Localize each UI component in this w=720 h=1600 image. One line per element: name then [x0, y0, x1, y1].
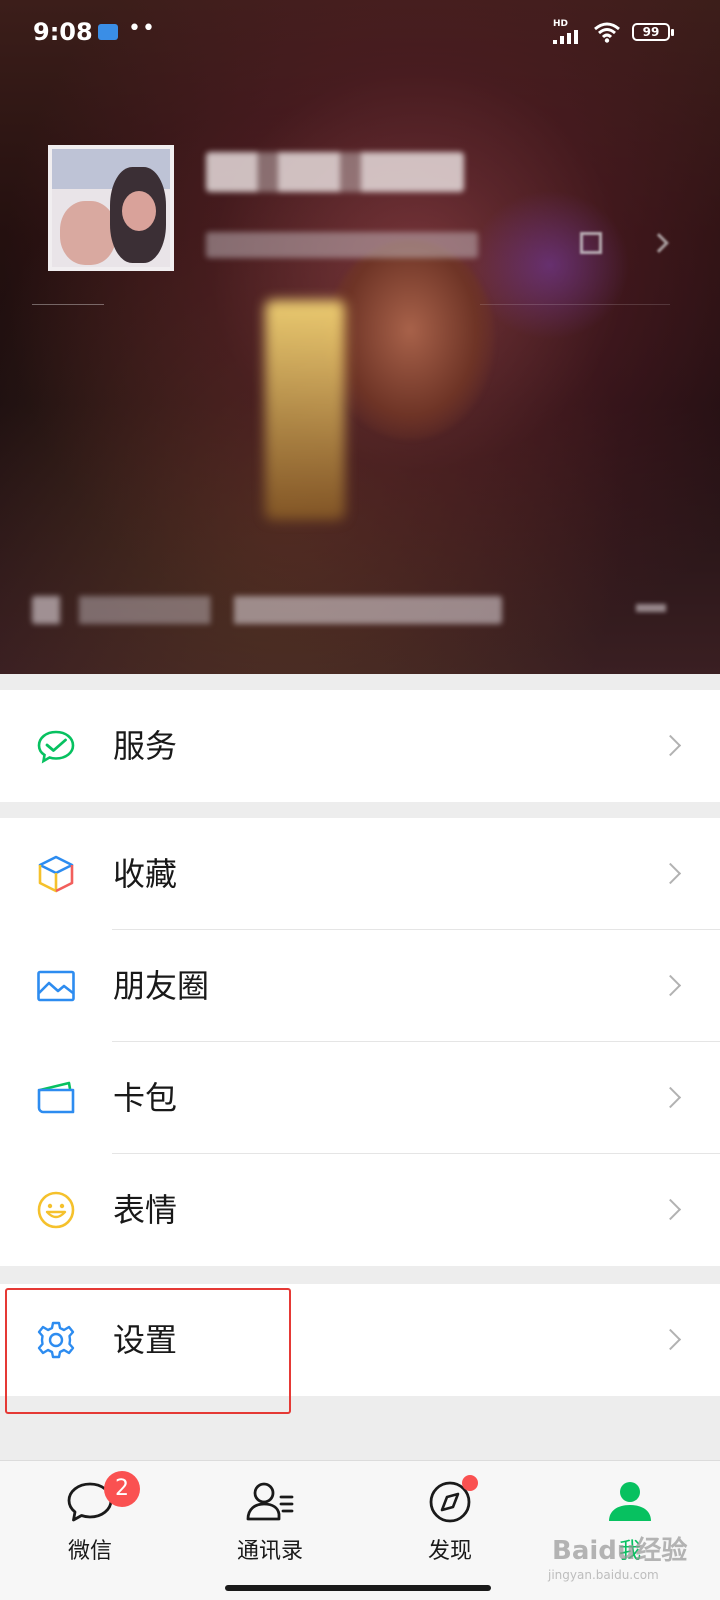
status-row-blurred[interactable]	[32, 596, 502, 624]
nickname-blurred[interactable]	[206, 152, 464, 192]
menu-item-label: 服务	[113, 727, 178, 765]
menu-group-settings: 设置	[0, 1284, 720, 1396]
menu-item-settings[interactable]: 设置	[0, 1284, 720, 1396]
signal-icon	[553, 28, 587, 44]
watermark-logo: Baidu经验	[552, 1536, 688, 1566]
notification-app-icon	[98, 24, 118, 40]
avatar[interactable]	[48, 145, 174, 271]
chevron-right-icon	[659, 1198, 682, 1221]
tab-label: 通讯录	[236, 1539, 303, 1564]
sticker-smiley-icon	[37, 1191, 75, 1229]
menu-group-main: 收藏 朋友圈 卡包 表情	[0, 818, 720, 1266]
menu-item-stickers[interactable]: 表情	[0, 1154, 720, 1266]
tab-chats[interactable]: 2 微信	[20, 1461, 160, 1571]
more-notifications-icon: ••	[128, 16, 156, 41]
chevron-right-icon	[659, 862, 682, 885]
chevron-right-icon	[659, 974, 682, 997]
menu-item-label: 朋友圈	[113, 967, 210, 1005]
background-blur-shape	[265, 300, 345, 520]
me-person-icon	[609, 1482, 651, 1521]
chevron-right-icon	[659, 734, 682, 757]
tab-discover[interactable]: 发现	[380, 1461, 520, 1571]
menu-group-services: 服务	[0, 690, 720, 802]
more-icon[interactable]	[636, 604, 666, 612]
tab-label: 微信	[67, 1539, 112, 1564]
watermark-url: jingyan.baidu.com	[548, 1568, 659, 1582]
contacts-icon	[246, 1482, 294, 1521]
menu-item-label: 表情	[113, 1191, 178, 1229]
qr-code-icon[interactable]	[580, 232, 602, 254]
favorites-cube-icon	[38, 855, 74, 893]
battery-icon: 99	[632, 23, 674, 41]
menu-item-label: 收藏	[113, 855, 178, 893]
moments-picture-icon	[37, 970, 75, 1002]
menu-item-moments[interactable]: 朋友圈	[0, 930, 720, 1042]
chevron-right-icon[interactable]	[649, 233, 669, 253]
wechat-pay-icon	[37, 730, 75, 764]
divider	[32, 304, 104, 305]
new-content-dot	[462, 1475, 478, 1491]
menu-item-services[interactable]: 服务	[0, 690, 720, 802]
tab-contacts[interactable]: 通讯录	[200, 1461, 340, 1571]
menu-item-label: 设置	[113, 1321, 178, 1359]
gear-icon	[37, 1321, 75, 1359]
menu-item-label: 卡包	[113, 1079, 178, 1117]
wifi-icon	[594, 22, 620, 43]
card-wallet-icon	[37, 1081, 75, 1114]
menu-item-card-wallet[interactable]: 卡包	[0, 1042, 720, 1154]
divider	[480, 304, 670, 305]
wechat-id-blurred	[206, 232, 478, 258]
background-blur-shape	[470, 190, 630, 340]
tab-label: 发现	[427, 1539, 472, 1564]
chevron-right-icon	[659, 1086, 682, 1109]
status-bar: 9:08 •• HD 99	[0, 0, 720, 64]
profile-header: 9:08 •• HD 99	[0, 0, 720, 674]
home-indicator[interactable]	[225, 1585, 491, 1591]
background-blur-shape	[325, 240, 495, 440]
chevron-right-icon	[659, 1328, 682, 1351]
menu-item-favorites[interactable]: 收藏	[0, 818, 720, 930]
unread-badge: 2	[104, 1471, 140, 1507]
status-time: 9:08	[33, 18, 93, 46]
